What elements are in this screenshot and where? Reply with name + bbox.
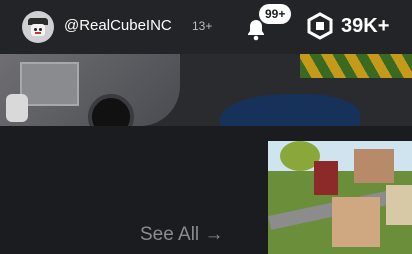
- thumb-building: [314, 161, 338, 195]
- username[interactable]: @RealCubeINC: [64, 17, 172, 34]
- avatar-mouth: [35, 32, 41, 34]
- avatar-eye: [39, 28, 42, 31]
- banner-pattern: [300, 54, 412, 78]
- age-badge: 13+: [192, 19, 213, 33]
- thumb-building: [386, 185, 412, 225]
- thumb-building: [354, 149, 394, 183]
- see-all-label: See All: [140, 224, 200, 245]
- notifications-badge[interactable]: 99+: [259, 4, 292, 24]
- banner-vehicle-window: [20, 62, 79, 106]
- banner-shape: [220, 94, 360, 126]
- avatar[interactable]: [22, 11, 54, 43]
- top-bar: @RealCubeINC 13+ 99+ 39K+: [0, 0, 412, 54]
- banner-character: [6, 94, 28, 122]
- thumb-building: [332, 197, 380, 247]
- arrow-right-icon: →: [204, 224, 224, 245]
- see-all-link[interactable]: See All →: [140, 224, 223, 246]
- avatar-eye: [34, 28, 37, 31]
- robux-icon[interactable]: [306, 12, 334, 40]
- robux-amount[interactable]: 39K+: [341, 15, 389, 38]
- game-thumbnail[interactable]: [268, 141, 412, 254]
- featured-banner[interactable]: [0, 54, 412, 126]
